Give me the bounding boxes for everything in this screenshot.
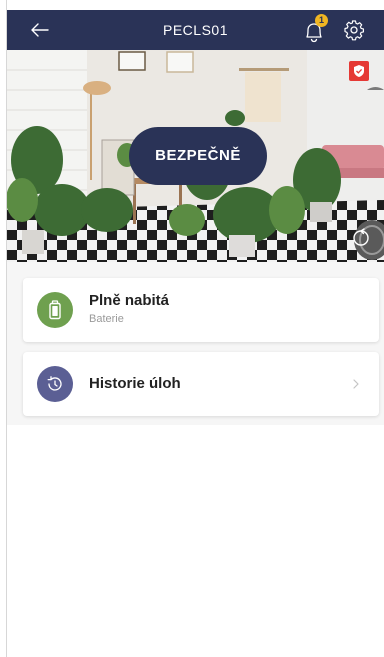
history-icon-circle bbox=[37, 366, 73, 402]
shield-check-icon bbox=[354, 65, 364, 77]
task-history-label: Historie úloh bbox=[89, 375, 181, 392]
rotate-camera-icon bbox=[353, 228, 369, 246]
camera-snapshot: BEZPEČNĚ bbox=[7, 50, 384, 262]
battery-status: Plně nabitá bbox=[89, 292, 170, 309]
notification-badge: 1 bbox=[315, 14, 328, 27]
battery-card[interactable]: Plně nabitá Baterie bbox=[23, 278, 379, 342]
notifications-button[interactable]: 1 bbox=[303, 14, 329, 44]
settings-button[interactable] bbox=[343, 19, 365, 41]
chevron-right-icon bbox=[353, 379, 359, 389]
task-history-card[interactable]: Historie úloh bbox=[23, 352, 379, 416]
battery-label: Baterie bbox=[89, 313, 124, 325]
arrow-left-icon bbox=[31, 23, 49, 37]
gear-icon bbox=[344, 20, 364, 41]
armed-shield-button[interactable] bbox=[349, 61, 369, 81]
empty-content-area bbox=[7, 425, 384, 657]
screen-edge bbox=[0, 0, 7, 657]
back-button[interactable] bbox=[27, 18, 53, 42]
app-screen: PECLS01 1 BEZPEČNĚ Plně nabitá Baterie H… bbox=[0, 0, 384, 657]
battery-icon-circle bbox=[37, 292, 73, 328]
top-bar: PECLS01 1 bbox=[7, 10, 384, 50]
security-status-button[interactable]: BEZPEČNĚ bbox=[129, 127, 267, 185]
battery-icon bbox=[49, 300, 61, 320]
camera-view-button[interactable] bbox=[351, 228, 371, 248]
clock-history-icon bbox=[47, 376, 62, 391]
